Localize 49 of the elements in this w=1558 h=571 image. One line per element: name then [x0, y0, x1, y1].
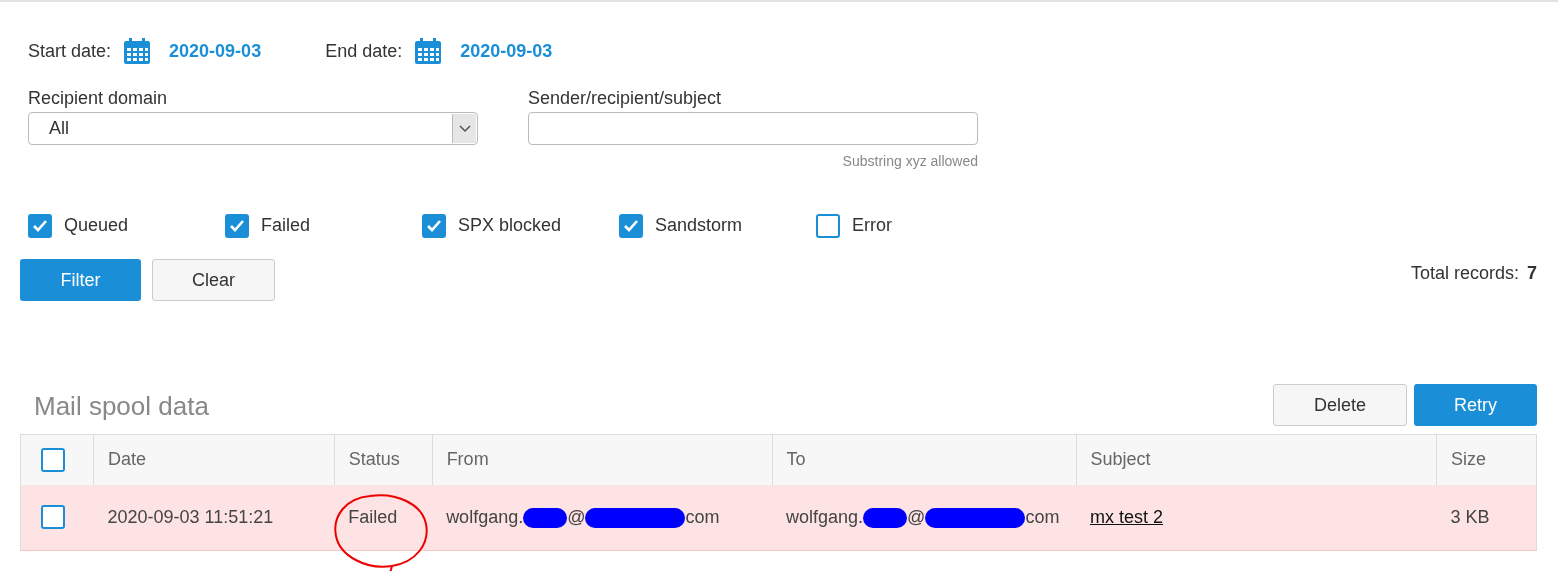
- table-cell: 3 KB: [1436, 484, 1537, 551]
- checkbox[interactable]: [619, 213, 643, 238]
- checkbox[interactable]: [41, 447, 65, 472]
- checkbox[interactable]: [41, 505, 65, 530]
- checkbox[interactable]: [422, 213, 446, 238]
- checkmark-icon: [426, 218, 442, 233]
- calendar-icon[interactable]: [123, 37, 152, 65]
- section-title: Mail spool data: [34, 390, 209, 423]
- search-field[interactable]: [528, 112, 978, 145]
- calendar-icon[interactable]: [414, 37, 443, 65]
- redaction-mark: [523, 508, 568, 528]
- date-label: Start date:: [28, 39, 112, 63]
- subject-link[interactable]: mx test 2: [1090, 506, 1164, 527]
- total-records-count: 7: [1527, 261, 1537, 285]
- date-value[interactable]: 2020-09-03: [169, 37, 262, 65]
- column-header: Subject: [1076, 434, 1437, 485]
- redaction-mark: [863, 508, 908, 528]
- column-header: Status: [334, 434, 433, 485]
- field-label: Sender/recipient/subject: [528, 87, 723, 110]
- date-label: End date:: [325, 39, 403, 63]
- column-header: To: [772, 434, 1076, 485]
- column-header: Size: [1436, 434, 1537, 485]
- caret-icon: [458, 124, 471, 133]
- clear-button[interactable]: Clear: [152, 259, 275, 301]
- total-records-label: Total records:: [1410, 261, 1519, 285]
- status-text: Failed: [348, 503, 398, 531]
- email-address: wolfgang. @ com: [446, 506, 720, 527]
- date-value[interactable]: 2020-09-03: [460, 37, 553, 65]
- checkmark-icon: [229, 218, 245, 233]
- table-cell: 2020-09-03 11:51:21: [93, 484, 335, 551]
- checkbox[interactable]: [816, 213, 840, 238]
- checkbox[interactable]: [28, 213, 52, 238]
- checkbox-label: SPX blocked: [458, 214, 562, 237]
- hint-text: Substring xyz allowed: [841, 152, 978, 171]
- column-header: From: [432, 434, 773, 485]
- checkbox[interactable]: [225, 213, 249, 238]
- email-address: wolfgang. @ com: [786, 506, 1060, 527]
- field-label: Recipient domain: [28, 87, 169, 110]
- checkbox-label: Failed: [261, 214, 311, 237]
- retry-button[interactable]: Retry: [1414, 384, 1537, 426]
- checkbox-label: Error: [852, 214, 892, 237]
- column-header: Date: [93, 434, 335, 485]
- checkmark-icon: [623, 218, 639, 233]
- filter-button[interactable]: Filter: [20, 259, 141, 301]
- domain-select[interactable]: All: [28, 112, 478, 145]
- checkmark-icon: [32, 218, 48, 233]
- checkbox-label: Sandstorm: [655, 214, 743, 237]
- checkbox-label: Queued: [64, 214, 129, 237]
- delete-button[interactable]: Delete: [1273, 384, 1407, 426]
